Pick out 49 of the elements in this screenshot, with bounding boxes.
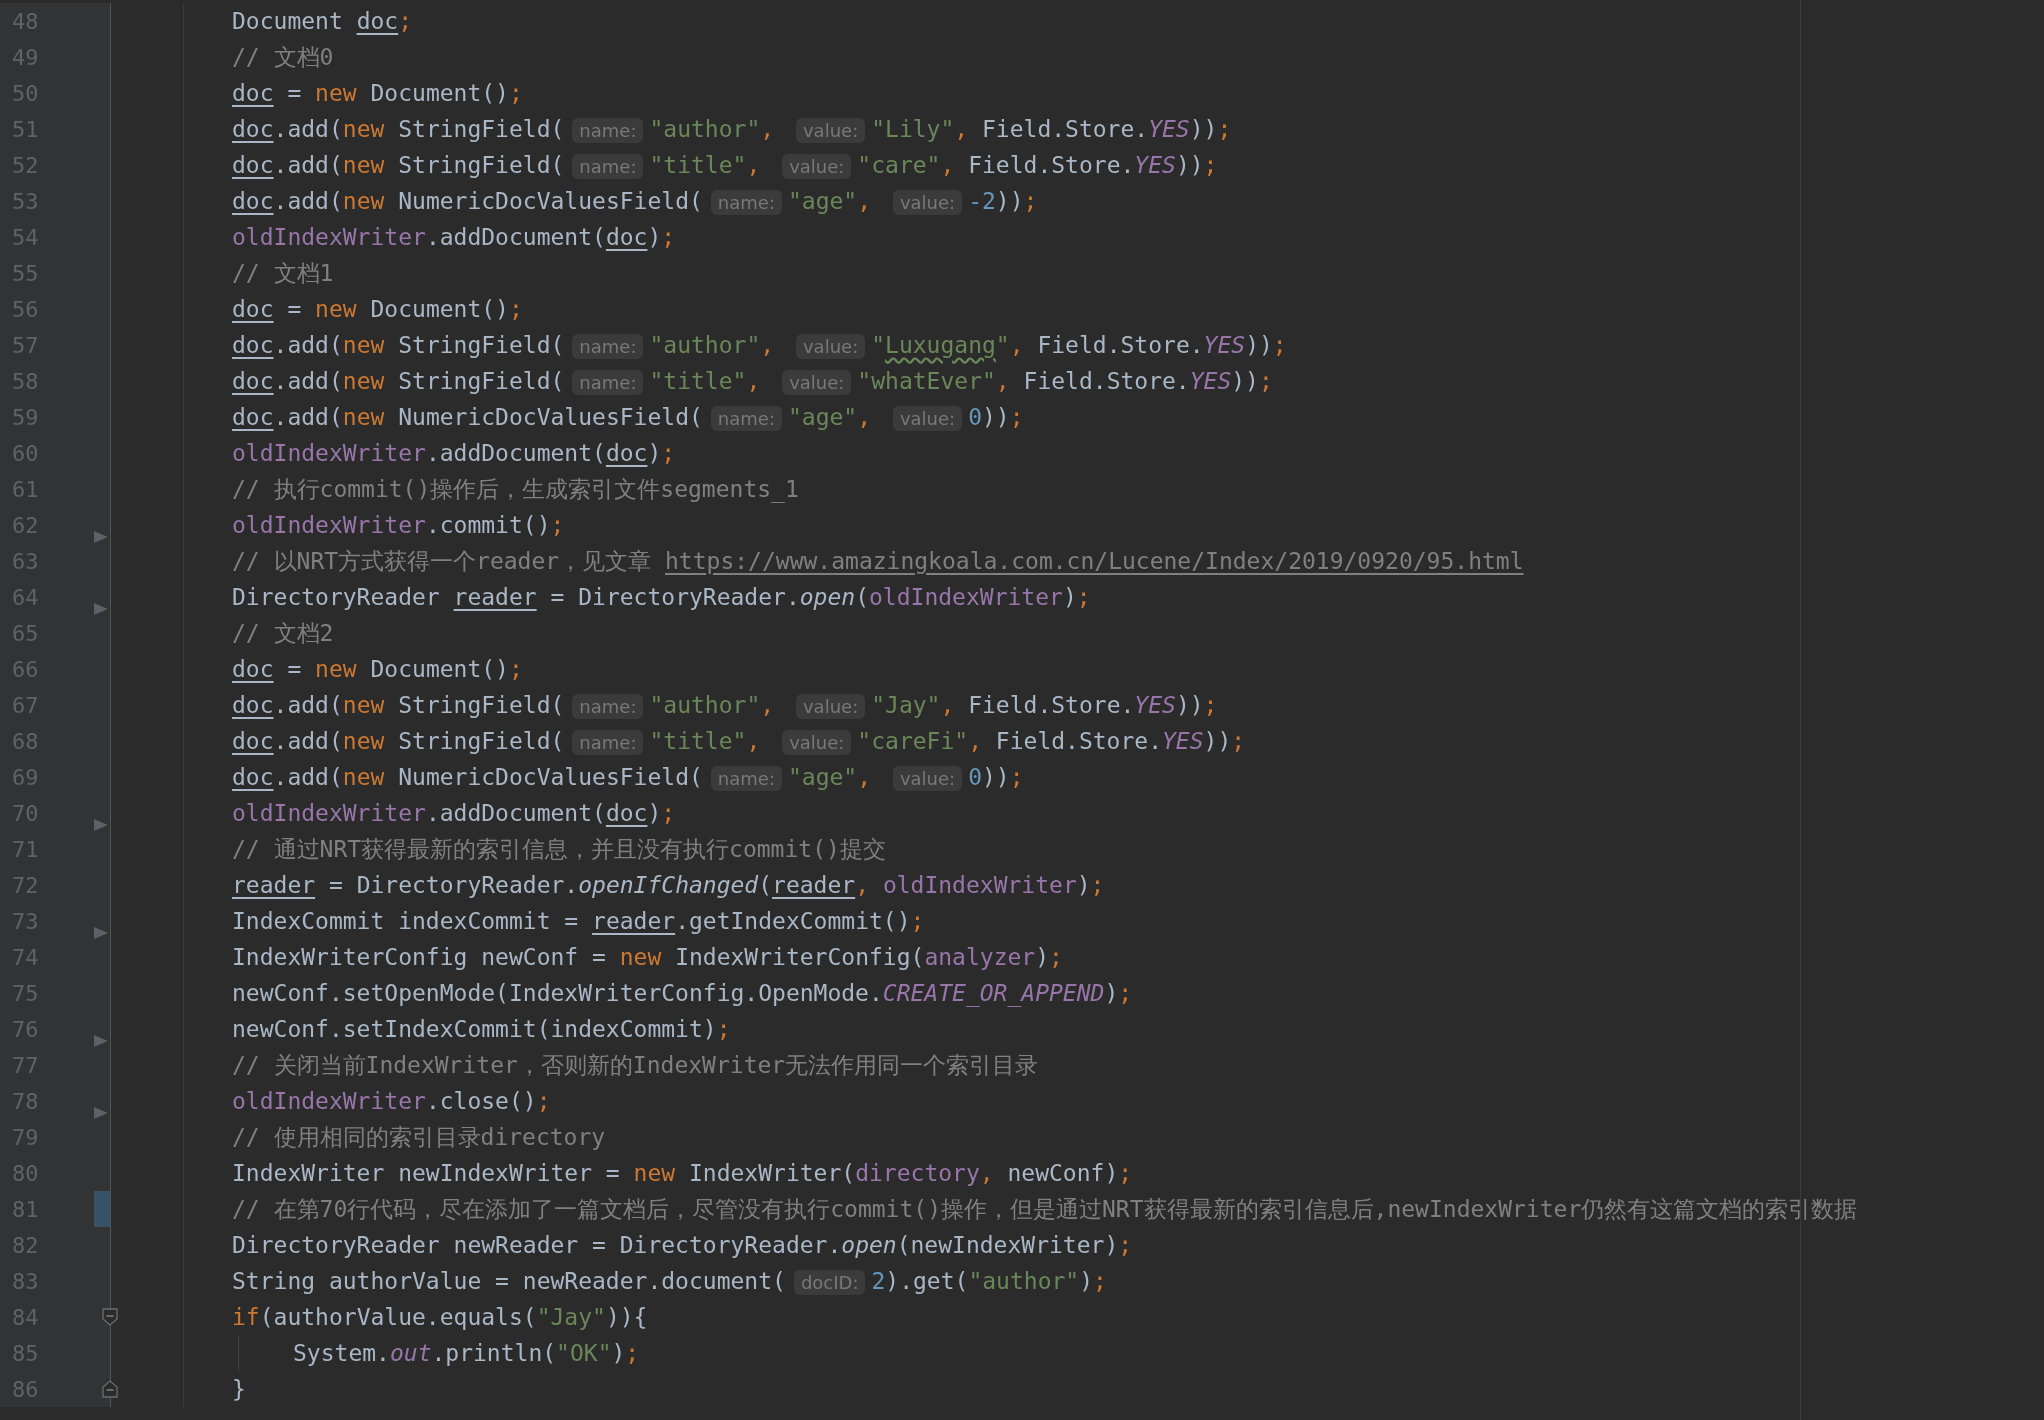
fold-icon[interactable] bbox=[102, 1380, 118, 1398]
code-line: oldIndexWriter.addDocument(doc); bbox=[232, 800, 676, 826]
code-line: newConf.setIndexCommit(indexCommit); bbox=[232, 1016, 731, 1042]
code-line: doc = new Document(); bbox=[232, 296, 523, 322]
code-line: oldIndexWriter.close(); bbox=[232, 1088, 551, 1114]
code-line: // 在第70行代码，尽在添加了一篇文档后，尽管没有执行commit()操作，但是通过NRT获得最新的索引信息后,newIndexWriter仍然有这篇文档的索引数据 bbox=[232, 1194, 1858, 1224]
code-line: reader = DirectoryReader.openIfChanged(reader, oldIndexWriter); bbox=[232, 872, 1105, 898]
code-line: // 文档1 bbox=[232, 258, 334, 288]
code-line: doc.add(new StringField( name: "author", value: "Lily", Field.Store.YES)); bbox=[232, 116, 1232, 142]
code-line: if(authorValue.equals("Jay")){ bbox=[232, 1304, 648, 1330]
code-line: IndexWriter newIndexWriter = new IndexWriter(directory, newConf); bbox=[232, 1160, 1133, 1186]
triangle-icon[interactable] bbox=[94, 927, 108, 939]
code-line: doc.add(new StringField( name: "title", value: "care", Field.Store.YES)); bbox=[232, 152, 1218, 178]
code-line: doc.add(new NumericDocValuesField( name: "age", value: 0)); bbox=[232, 404, 1024, 430]
triangle-icon[interactable] bbox=[94, 1107, 108, 1119]
code-line: Document doc; bbox=[232, 8, 413, 34]
code-line: doc.add(new NumericDocValuesField( name: "age", value: 0)); bbox=[232, 764, 1024, 790]
code-line: DirectoryReader newReader = DirectoryReader.open(newIndexWriter); bbox=[232, 1232, 1133, 1258]
code-line: newConf.setOpenMode(IndexWriterConfig.OpenMode.CREATE_OR_APPEND); bbox=[232, 980, 1133, 1006]
code-comment: // 以NRT方式获得一个reader，见文章 bbox=[232, 546, 653, 576]
code-line: doc.add(new StringField( name: "author", value: "Jay", Field.Store.YES)); bbox=[232, 692, 1218, 718]
triangle-icon[interactable] bbox=[94, 1035, 108, 1047]
url-link[interactable]: https://www.amazingkoala.com.cn/Lucene/Index/2019/0920/95.html bbox=[665, 548, 1524, 574]
code-line: // 文档2 bbox=[232, 618, 334, 648]
triangle-icon[interactable] bbox=[94, 531, 108, 543]
code-line: doc.add(new NumericDocValuesField( name: "age", value: -2)); bbox=[232, 188, 1038, 214]
code-line: // 通过NRT获得最新的索引信息，并且没有执行commit()提交 bbox=[232, 834, 886, 864]
code-line: IndexWriterConfig newConf = new IndexWriterConfig(analyzer); bbox=[232, 944, 1063, 970]
code-line: oldIndexWriter.commit(); bbox=[232, 512, 565, 538]
fold-icon[interactable] bbox=[102, 1308, 118, 1326]
code-line: System.out.println("OK"); bbox=[293, 1340, 640, 1366]
code-line: } bbox=[232, 1376, 246, 1402]
code-line: DirectoryReader reader = DirectoryReader.open(oldIndexWriter); bbox=[232, 584, 1091, 610]
code-line: String authorValue = newReader.document( docID: 2).get("author"); bbox=[232, 1268, 1107, 1294]
code-line: // 使用相同的索引目录directory bbox=[232, 1122, 606, 1152]
code-line: oldIndexWriter.addDocument(doc); bbox=[232, 440, 676, 466]
triangle-icon[interactable] bbox=[94, 603, 108, 615]
code-line: doc.add(new StringField( name: "title", value: "whatEver", Field.Store.YES)); bbox=[232, 368, 1273, 394]
code-line: doc = new Document(); bbox=[232, 80, 523, 106]
code-line: doc.add(new StringField( name: "author", value: "Luxugang", Field.Store.YES)); bbox=[232, 332, 1287, 358]
code-line: // 文档0 bbox=[232, 42, 334, 72]
code-line: oldIndexWriter.addDocument(doc); bbox=[232, 224, 676, 250]
code-line: doc.add(new StringField( name: "title", value: "careFi", Field.Store.YES)); bbox=[232, 728, 1246, 754]
code-line: // 执行commit()操作后，生成索引文件segments_1 bbox=[232, 474, 799, 505]
triangle-icon[interactable] bbox=[94, 819, 108, 831]
code-line: // 关闭当前IndexWriter，否则新的IndexWriter无法作用同一个索引目录 bbox=[232, 1050, 1039, 1080]
code-line: doc = new Document(); bbox=[232, 656, 523, 682]
change-marker[interactable] bbox=[94, 1191, 110, 1227]
code-line: IndexCommit indexCommit = reader.getIndexCommit(); bbox=[232, 908, 925, 934]
